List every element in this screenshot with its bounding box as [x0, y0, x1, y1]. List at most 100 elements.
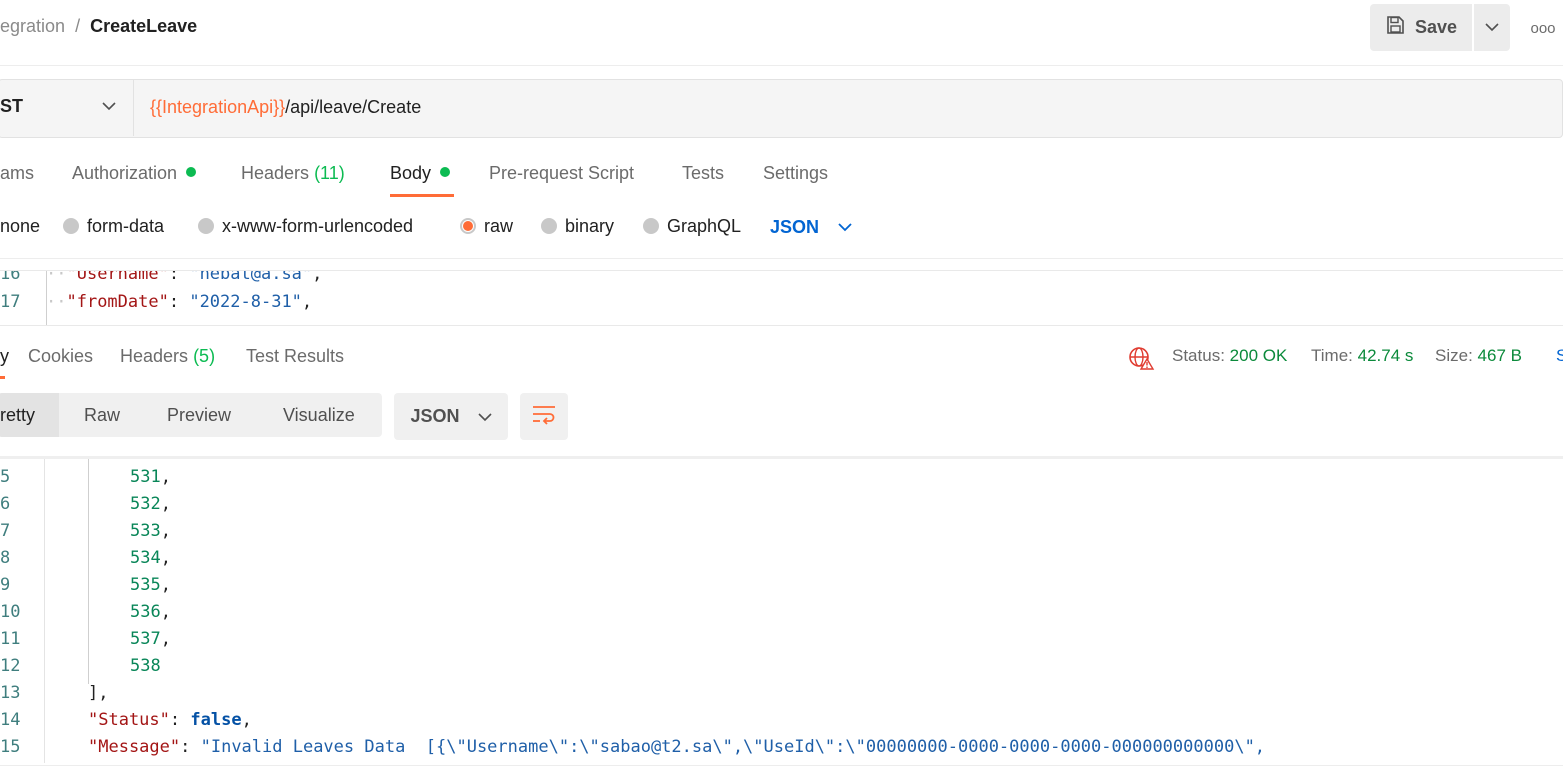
tab-tests[interactable]: Tests — [682, 163, 724, 184]
chevron-down-icon[interactable] — [838, 219, 852, 237]
request-name[interactable]: CreateLeave — [90, 16, 197, 36]
body-type-urlencoded[interactable]: x-www-form-urlencoded — [198, 216, 413, 237]
code-line: 14 "Status": false, — [0, 710, 252, 730]
json-bracket: ], — [88, 683, 109, 703]
line-number: 16 — [0, 270, 21, 284]
line-number: 17 — [0, 292, 21, 312]
url-path: /api/leave/Create — [285, 97, 422, 117]
chevron-down-icon[interactable] — [101, 98, 117, 116]
active-tab-indicator — [0, 376, 5, 379]
json-comma: , — [160, 548, 171, 568]
breadcrumb-parent[interactable]: egration — [0, 16, 65, 36]
json-number: 531 — [130, 467, 161, 487]
line-number: 11 — [0, 629, 21, 649]
line-number: 10 — [0, 602, 21, 622]
status-label: Status: — [1172, 346, 1225, 365]
json-colon: : — [168, 292, 190, 312]
url-variable: {{IntegrationApi}} — [150, 97, 286, 117]
indent-whitespace: ·· — [46, 270, 67, 284]
code-line: 10 536, — [0, 602, 171, 622]
tab-authorization[interactable]: Authorization — [72, 163, 197, 184]
save-button[interactable]: Save — [1370, 4, 1472, 51]
radio-icon — [541, 218, 557, 234]
response-status[interactable]: Status: 200 OK — [1172, 346, 1287, 366]
save-response-label: S — [1556, 346, 1563, 365]
code-line: , — [130, 459, 140, 461]
view-tab-raw[interactable]: Raw — [84, 405, 120, 426]
radio-icon — [643, 218, 659, 234]
chevron-down-icon — [1485, 19, 1499, 37]
json-comma: , — [160, 521, 171, 541]
line-number: 6 — [0, 494, 11, 514]
tab-test-results[interactable]: Test Results — [246, 346, 344, 367]
section-divider — [0, 258, 1563, 259]
tab-response-body[interactable]: y — [0, 346, 9, 367]
size-label: Size: — [1435, 346, 1473, 365]
line-number: 12 — [0, 656, 21, 676]
line-number: 7 — [0, 521, 11, 541]
tab-response-headers-count: (5) — [193, 346, 216, 366]
line-number: 5 — [0, 467, 11, 487]
json-number: 534 — [130, 548, 161, 568]
code-line: 9 535, — [0, 575, 171, 595]
url-input[interactable]: {{IntegrationApi}}/api/leave/Create — [150, 97, 421, 118]
body-type-none[interactable]: none — [0, 216, 40, 237]
tab-body-label: Body — [390, 163, 432, 183]
json-comma: , — [301, 292, 313, 312]
response-time[interactable]: Time: 42.74 s — [1311, 346, 1413, 366]
save-response-link[interactable]: S — [1556, 346, 1563, 366]
body-type-form-data[interactable]: form-data — [63, 216, 164, 237]
more-options-button[interactable]: ooo — [1528, 16, 1558, 40]
json-string: "Invalid Leaves Data [{\"Username\":\"sa… — [200, 737, 1266, 757]
body-type-none-label: none — [0, 216, 41, 236]
header-divider — [0, 65, 1563, 66]
tab-params[interactable]: ams — [0, 163, 34, 184]
json-comma: , — [160, 494, 171, 514]
tab-pre-request-script[interactable]: Pre-request Script — [489, 163, 634, 184]
request-body-editor[interactable]: 16 ··"Username": "hebat@a.sa", 17 ··"fromD… — [0, 270, 1563, 326]
breadcrumb: egration / CreateLeave — [0, 16, 197, 37]
time-label: Time: — [1311, 346, 1353, 365]
view-tab-visualize[interactable]: Visualize — [283, 405, 355, 426]
json-number: 537 — [130, 629, 161, 649]
tab-headers-label: Headers — [241, 163, 310, 183]
body-format-select[interactable]: JSON — [770, 217, 819, 238]
code-line: 15 "Message": "Invalid Leaves Data [{\"Us… — [0, 737, 1265, 757]
response-size[interactable]: Size: 467 B — [1435, 346, 1522, 366]
tab-response-headers[interactable]: Headers (5) — [120, 346, 215, 367]
tab-headers-count: (11) — [314, 163, 345, 183]
radio-icon — [198, 218, 214, 234]
indent-guide — [88, 459, 89, 684]
body-type-graphql[interactable]: GraphQL — [643, 216, 741, 237]
tab-headers[interactable]: Headers (11) — [241, 163, 345, 184]
json-number: 535 — [130, 575, 161, 595]
body-type-binary[interactable]: binary — [541, 216, 614, 237]
json-colon: : — [169, 710, 191, 730]
save-label: Save — [1414, 17, 1458, 37]
view-tab-pretty[interactable]: retty — [0, 405, 35, 426]
response-body-viewer[interactable]: , 5 531, 6 532, 7 533, 8 534, 9 535, 10 536, 1… — [0, 456, 1563, 763]
tab-body[interactable]: Body — [390, 163, 451, 184]
tab-cookies[interactable]: Cookies — [28, 346, 93, 367]
json-colon: : — [180, 737, 201, 757]
save-options-button[interactable] — [1474, 4, 1510, 51]
save-icon — [1385, 15, 1405, 40]
code-line: 5 531, — [0, 467, 171, 487]
view-tab-preview[interactable]: Preview — [167, 405, 231, 426]
size-value: 467 B — [1477, 346, 1522, 365]
wrap-lines-button[interactable] — [520, 393, 568, 440]
radio-icon — [63, 218, 79, 234]
json-comma: , — [160, 575, 171, 595]
body-type-raw-label: raw — [484, 216, 514, 236]
body-type-form-data-label: form-data — [87, 216, 165, 236]
json-key: "Message" — [88, 737, 181, 757]
code-line: 13], — [0, 683, 108, 703]
body-type-raw[interactable]: raw — [460, 216, 513, 237]
network-icon[interactable] — [1128, 346, 1156, 375]
tab-settings[interactable]: Settings — [763, 163, 828, 184]
time-value: 42.74 s — [1357, 346, 1414, 365]
status-dot-icon — [186, 167, 197, 177]
response-format-select[interactable]: JSON — [394, 393, 508, 440]
method-select[interactable]: ST — [0, 96, 23, 117]
json-comma: , — [241, 710, 252, 730]
